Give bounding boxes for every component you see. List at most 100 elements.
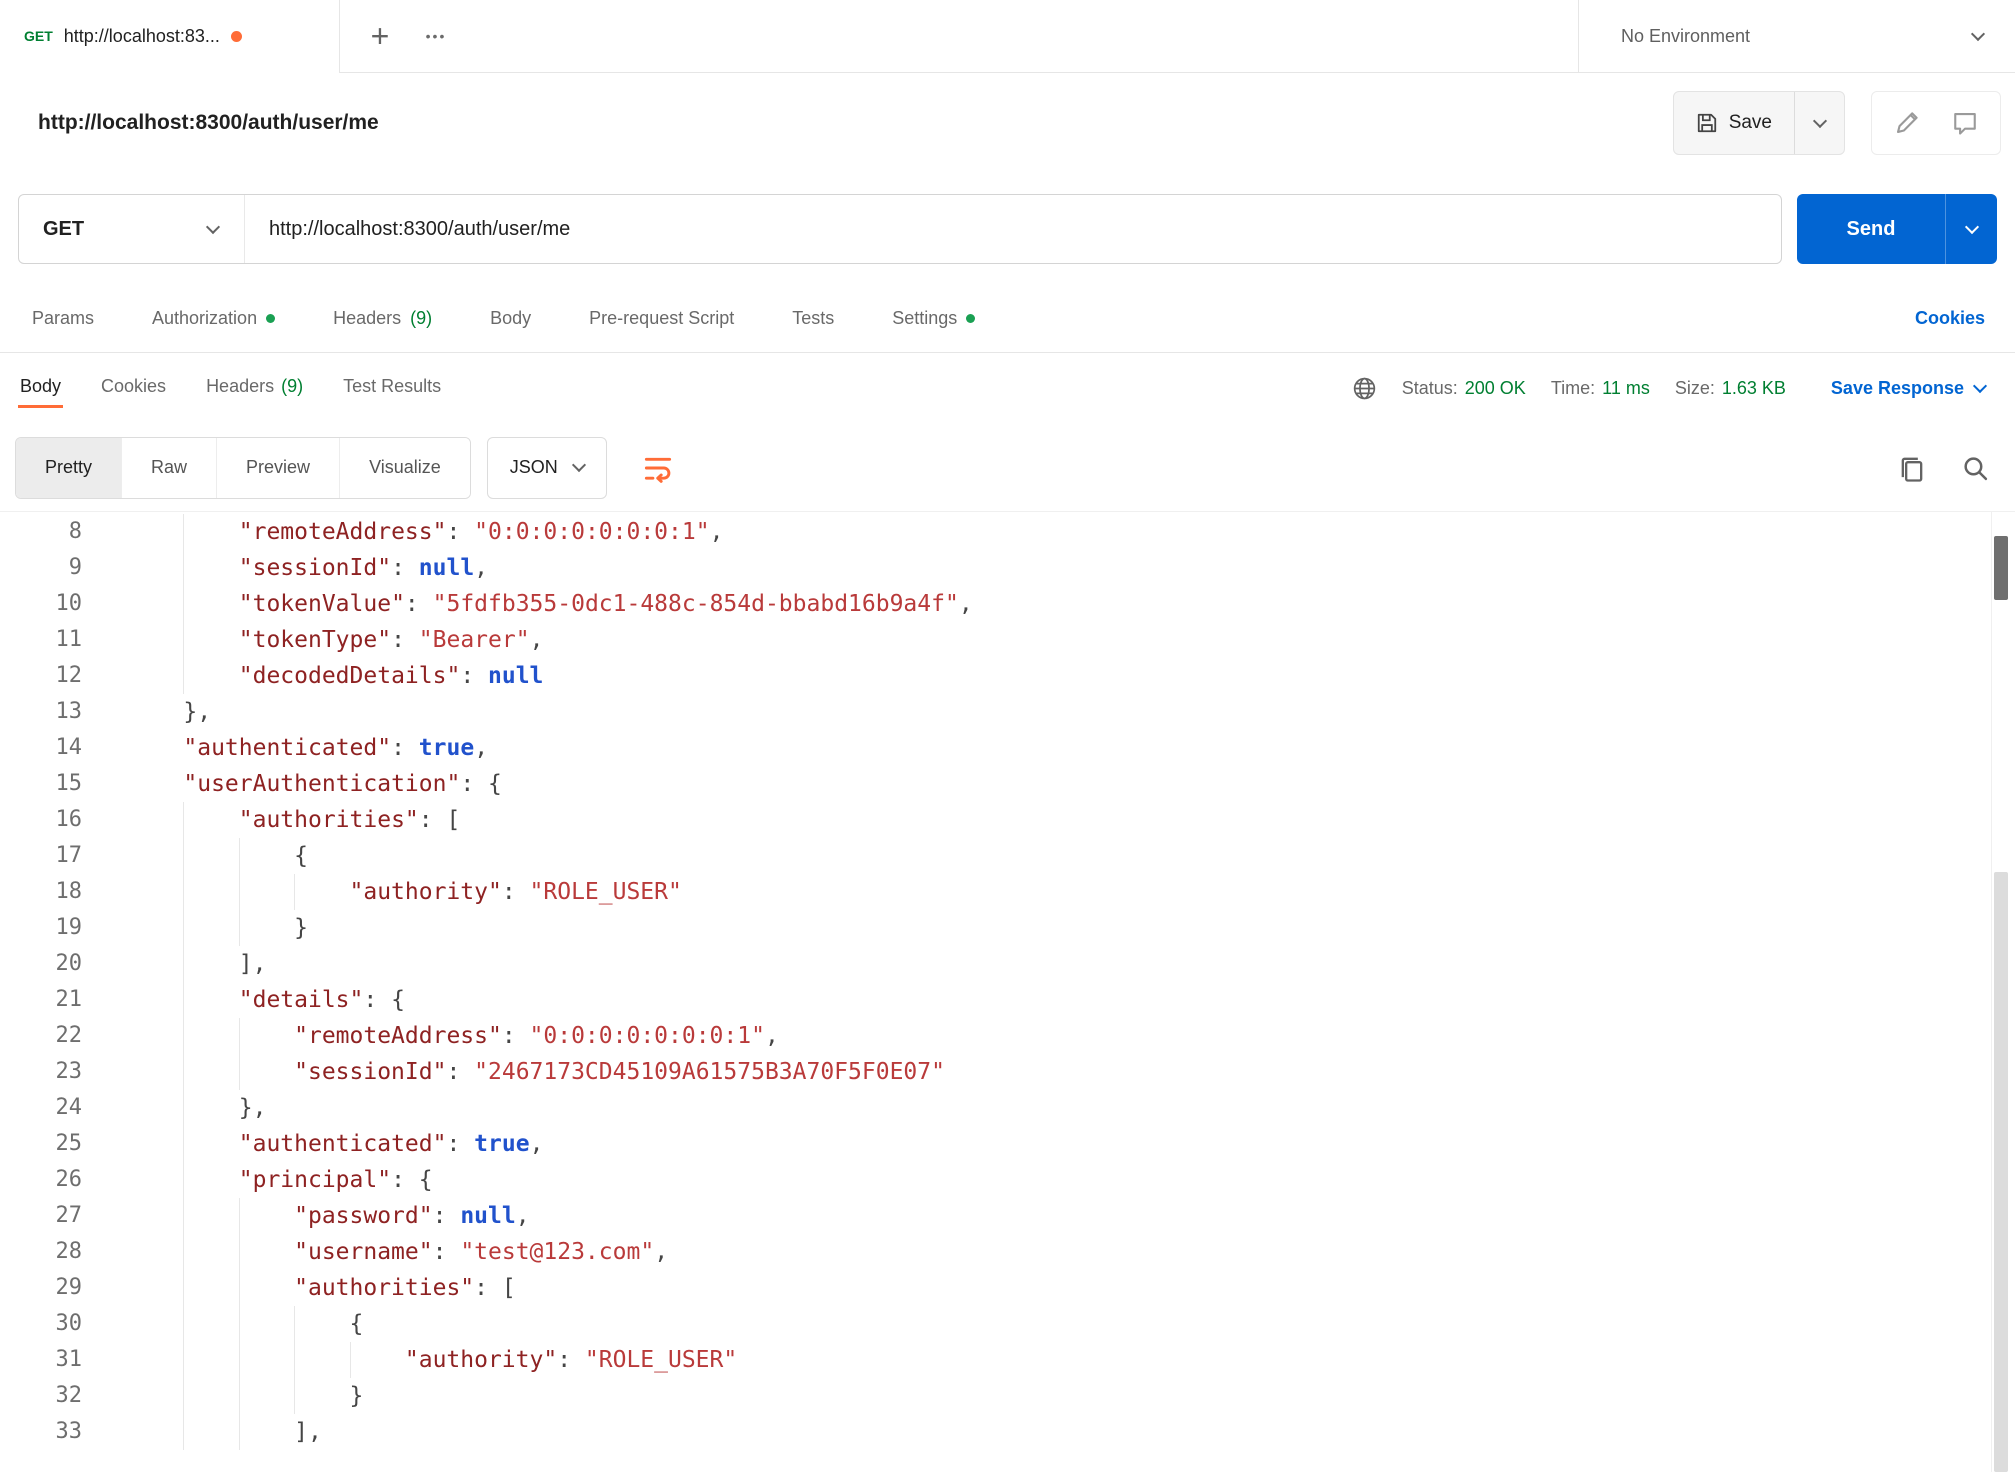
tab-menu-button[interactable]: ••• (408, 0, 464, 72)
code-line-body: "sessionId": null, (90, 550, 488, 586)
code-line: 8"remoteAddress": "0:0:0:0:0:0:0:1", (0, 514, 2015, 550)
wrap-text-button[interactable] (635, 445, 681, 491)
indent-guide (128, 1378, 183, 1414)
response-meta-list: Status:200 OKTime:11 msSize:1.63 KB (1377, 378, 1786, 399)
code-line-text: "remoteAddress": "0:0:0:0:0:0:0:1", (239, 514, 724, 550)
save-response-button[interactable]: Save Response (1831, 378, 1985, 399)
token-punct: , (654, 1239, 668, 1265)
code-line-body: } (90, 910, 308, 946)
search-response-button[interactable] (1961, 454, 1989, 482)
globe-icon (1352, 376, 1377, 401)
response-tab-headers[interactable]: Headers(9) (204, 370, 305, 408)
code-line-body: { (90, 838, 308, 874)
request-tab-label: Settings (892, 308, 957, 329)
indent-guide (128, 1198, 183, 1234)
send-split-button: Send (1797, 194, 1997, 264)
code-line: 11"tokenType": "Bearer", (0, 622, 2015, 658)
edit-button[interactable] (1894, 110, 1920, 136)
indent-guide (183, 1270, 238, 1306)
indent-guide (183, 586, 238, 622)
comments-button[interactable] (1952, 110, 1978, 136)
response-tab-cookies[interactable]: Cookies (99, 370, 168, 408)
indent-guide (239, 910, 294, 946)
scrollbar-thumb[interactable] (1994, 536, 2008, 600)
request-tab-params[interactable]: Params (32, 308, 94, 329)
code-line-text: } (350, 1378, 364, 1414)
request-tab-settings[interactable]: Settings (892, 308, 975, 329)
method-badge: GET (24, 28, 53, 44)
indent-guide (128, 550, 183, 586)
line-number: 26 (0, 1162, 90, 1198)
cookies-link[interactable]: Cookies (1915, 308, 1985, 329)
token-punct: }, (183, 699, 211, 725)
code-line: 13}, (0, 694, 2015, 730)
new-tab-button[interactable]: + (352, 0, 408, 72)
save-options-button[interactable] (1794, 92, 1844, 154)
request-tab[interactable]: GET http://localhost:83... (0, 0, 340, 72)
token-kw: null (419, 555, 474, 581)
response-tab-count: (9) (281, 376, 303, 397)
token-punct: } (350, 1383, 364, 1409)
method-select[interactable]: GET (19, 195, 245, 263)
view-tab-raw[interactable]: Raw (121, 438, 216, 498)
indent-guide (128, 622, 183, 658)
request-tab-body[interactable]: Body (490, 308, 531, 329)
indent-guide (128, 514, 183, 550)
title-actions: Save (1673, 91, 2001, 155)
code-line-body: } (90, 1378, 363, 1414)
token-punct: : (433, 1239, 461, 1265)
token-punct: : (446, 1131, 474, 1157)
indent-guide (128, 1414, 183, 1450)
code-line-body: "tokenValue": "5fdfb355-0dc1-488c-854d-b… (90, 586, 973, 622)
url-input[interactable] (245, 195, 1781, 263)
code-line-body: "authority": "ROLE_USER" (90, 874, 682, 910)
line-number: 17 (0, 838, 90, 874)
token-punct: , (765, 1023, 779, 1049)
code-line-body: "username": "test@123.com", (90, 1234, 668, 1270)
network-button[interactable] (1352, 376, 1377, 401)
environment-label: No Environment (1621, 26, 1750, 47)
token-punct: : (557, 1347, 585, 1373)
token-key: "tokenType" (239, 627, 391, 653)
code-line-body: "details": { (90, 982, 405, 1018)
search-icon (1961, 454, 1989, 482)
view-tab-visualize[interactable]: Visualize (339, 438, 470, 498)
token-punct: : (405, 591, 433, 617)
request-tab-label: Headers (333, 308, 401, 329)
save-button[interactable]: Save (1674, 92, 1794, 154)
code-line-text: "sessionId": null, (239, 550, 488, 586)
token-str: "0:0:0:0:0:0:0:1" (474, 519, 709, 545)
response-tab-body[interactable]: Body (18, 370, 63, 408)
view-tab-preview[interactable]: Preview (216, 438, 339, 498)
indent-guide (128, 1018, 183, 1054)
copy-response-button[interactable] (1897, 453, 1927, 483)
chevron-down-icon (1971, 26, 1985, 40)
code-line-text: "remoteAddress": "0:0:0:0:0:0:0:1", (294, 1018, 779, 1054)
request-tab-headers[interactable]: Headers(9) (333, 308, 432, 329)
send-button[interactable]: Send (1797, 194, 1945, 264)
line-number: 12 (0, 658, 90, 694)
environment-selector[interactable]: No Environment (1578, 0, 2015, 72)
token-punct: }, (239, 1095, 267, 1121)
request-tab-authorization[interactable]: Authorization (152, 308, 275, 329)
indent-guide (128, 694, 183, 730)
view-tab-pretty[interactable]: Pretty (16, 438, 121, 498)
send-options-button[interactable] (1945, 194, 1997, 264)
request-tab-pre-request-script[interactable]: Pre-request Script (589, 308, 734, 329)
token-str: "Bearer" (419, 627, 530, 653)
line-number: 33 (0, 1414, 90, 1450)
code-line: 24}, (0, 1090, 2015, 1126)
indent-guide (128, 982, 183, 1018)
chevron-down-icon (1973, 379, 1987, 393)
request-tab-tests[interactable]: Tests (792, 308, 834, 329)
chevron-down-icon (1964, 219, 1978, 233)
code-line: 12"decodedDetails": null (0, 658, 2015, 694)
response-tab-label: Test Results (343, 376, 441, 397)
token-punct: : [ (474, 1275, 516, 1301)
token-punct: : { (460, 771, 502, 797)
format-select[interactable]: JSON (487, 437, 607, 499)
green-dot (966, 314, 975, 323)
code-line: 25"authenticated": true, (0, 1126, 2015, 1162)
code-line-body: "userAuthentication": { (90, 766, 502, 802)
response-tab-test-results[interactable]: Test Results (341, 370, 443, 408)
